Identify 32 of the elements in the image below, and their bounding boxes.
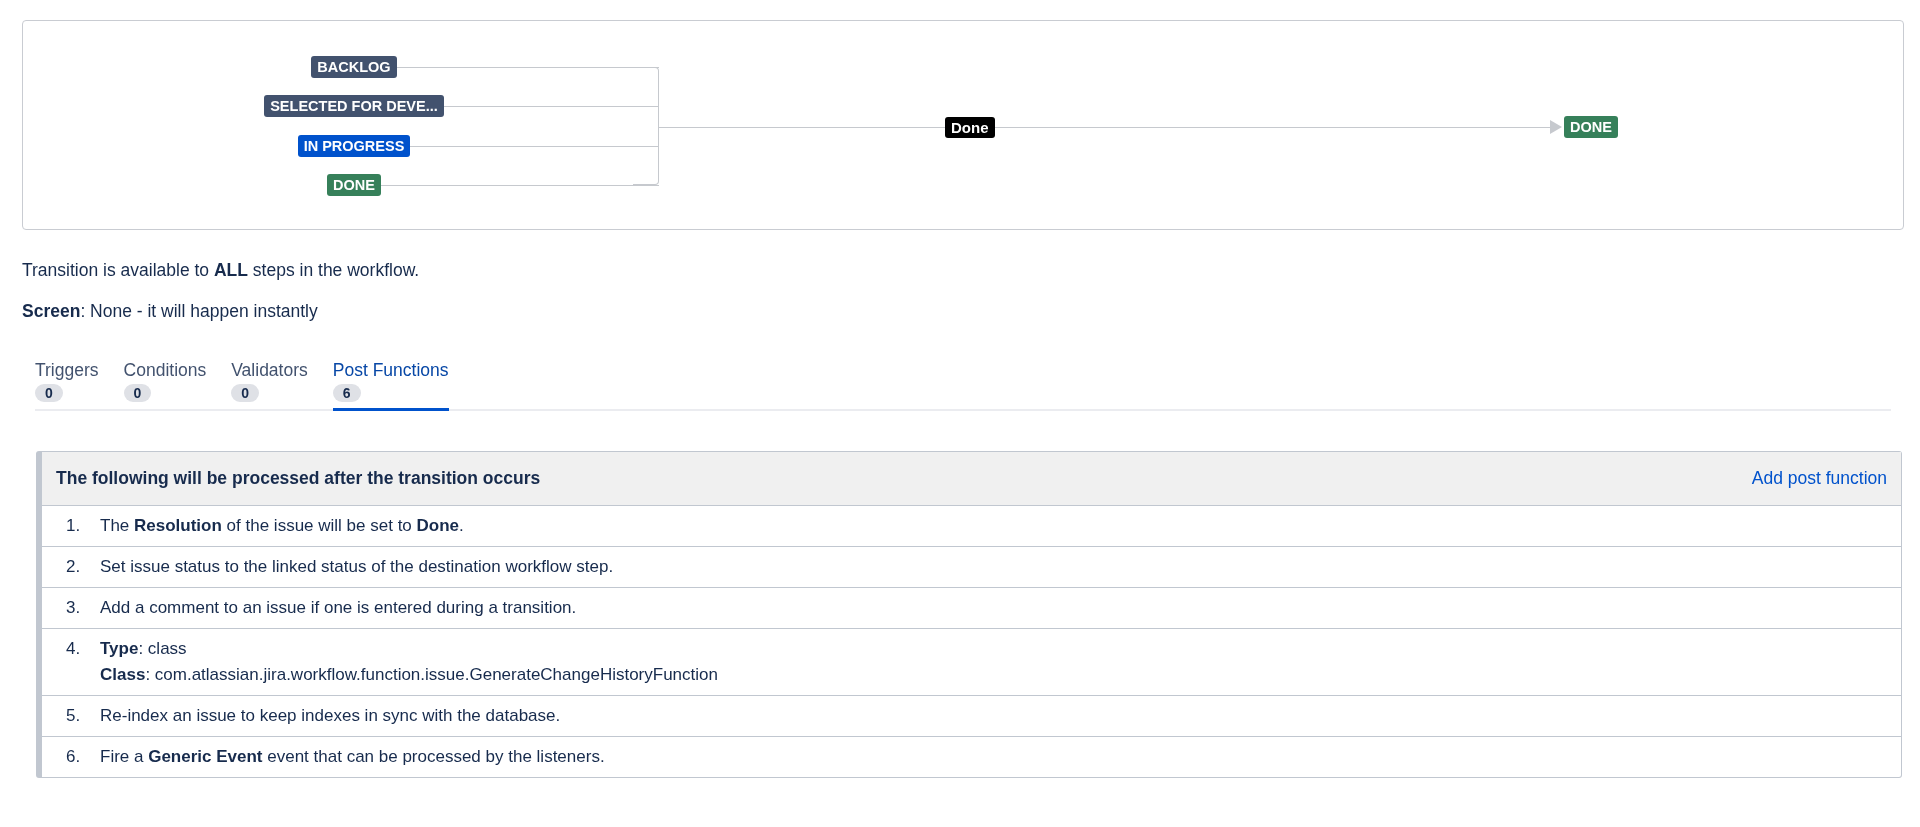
tab[interactable]: Triggers 0: [35, 360, 99, 411]
item-number: 5.: [66, 705, 82, 727]
item-number: 4.: [66, 638, 82, 660]
add-post-function-link[interactable]: Add post function: [1751, 468, 1887, 489]
count-badge: 0: [35, 384, 63, 402]
item-text: Type: class: [100, 638, 188, 660]
item-number: 3.: [66, 597, 82, 619]
item-number: 1.: [66, 515, 82, 537]
item-text: Add a comment to an issue if one is entered during a transition.: [100, 597, 577, 619]
status-lozenge: DONE: [327, 174, 381, 196]
panel-title: The following will be processed after the transition occurs: [56, 468, 541, 489]
status-lozenge: IN PROGRESS: [297, 135, 411, 157]
status-lozenge: BACKLOG: [311, 56, 397, 78]
item-text: Set issue status to the linked status of the destination workflow step.: [100, 556, 614, 578]
status-lozenge: DONE: [1564, 116, 1618, 138]
transition-label: Done: [945, 116, 995, 138]
tab[interactable]: Conditions 0: [123, 360, 207, 411]
item-text: Re-index an issue to keep indexes in sync with the database.: [100, 705, 561, 727]
count-badge: 0: [231, 384, 260, 402]
info-text: Screen: None - it will happen instantly: [22, 301, 319, 322]
item-text: Class: com.atlassian.jira.workflow.function.issue.GenerateChangeHistoryFunction: [100, 664, 718, 686]
info-text: Transition is available to ALL steps in the workflow.: [22, 260, 421, 281]
tab[interactable]: Validators 0: [231, 360, 308, 411]
arrow-head-icon: [1550, 120, 1563, 134]
item-number: 2.: [66, 556, 82, 578]
tab[interactable]: Post Functions 6: [332, 360, 449, 411]
status-lozenge: SELECTED FOR DEVE...: [264, 95, 444, 117]
item-text: Fire a Generic Event event that can be processed by the listeners.: [100, 746, 605, 768]
count-badge: 6: [332, 384, 361, 402]
item-text: The Resolution of the issue will be set to Done.: [100, 515, 464, 537]
item-number: 6.: [66, 746, 82, 768]
count-badge: 0: [123, 384, 152, 402]
